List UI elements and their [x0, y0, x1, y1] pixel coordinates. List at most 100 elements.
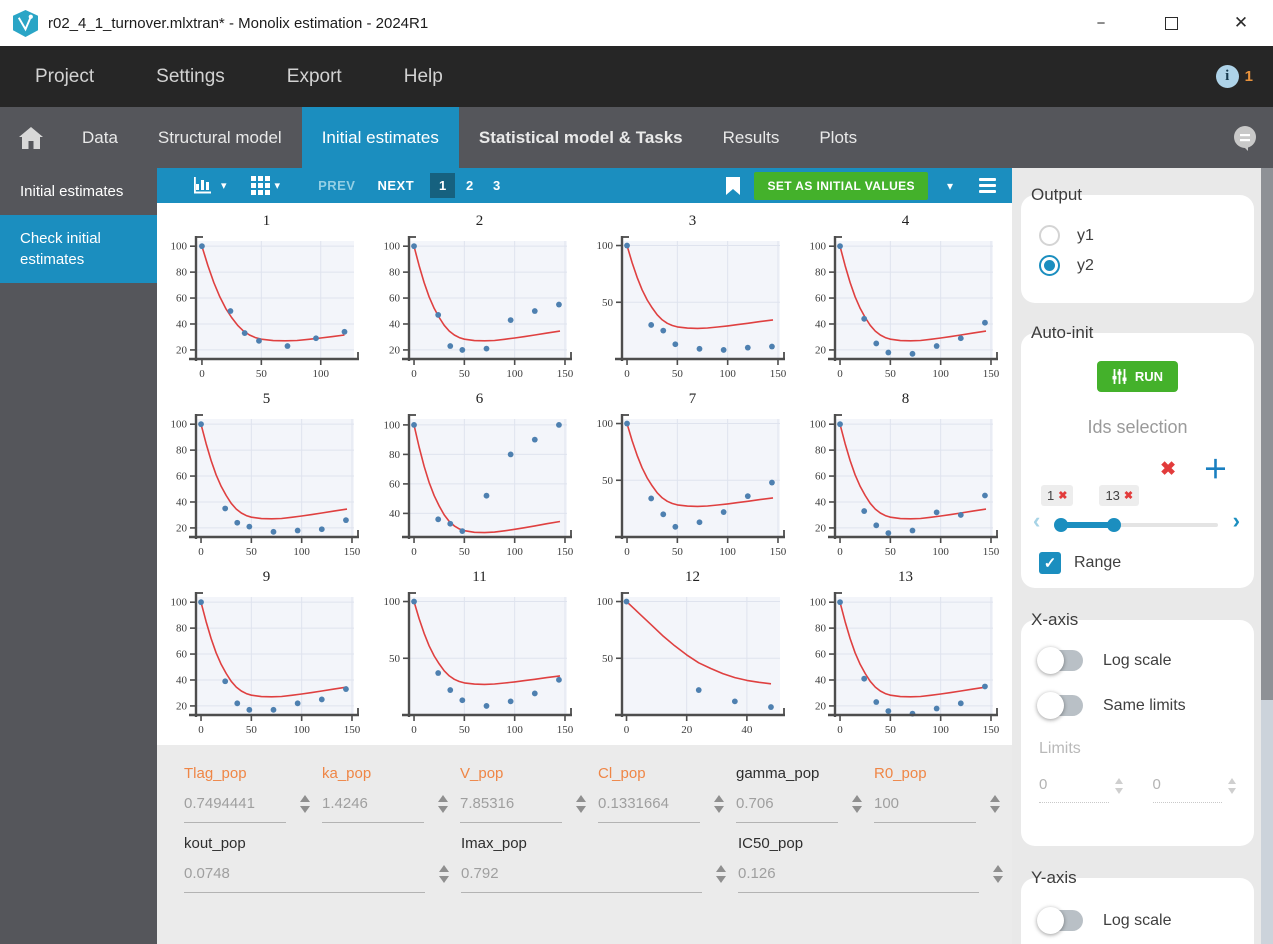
param-input-tlag_pop[interactable]: 0.7494441	[184, 795, 310, 823]
param-input-cl_pop[interactable]: 0.1331664	[598, 795, 724, 823]
add-id-icon[interactable]: ＋	[1203, 457, 1228, 482]
param-spinner-tlag_pop[interactable]	[300, 795, 310, 813]
spinner-up-icon[interactable]	[716, 865, 726, 872]
chat-icon[interactable]	[1231, 124, 1259, 152]
set-initial-caret-icon[interactable]: ▾	[947, 179, 953, 193]
chevron-left-icon[interactable]: ‹	[1033, 508, 1040, 534]
menu-item-export[interactable]: Export	[287, 66, 342, 88]
ids-slider-handle-max[interactable]	[1106, 518, 1121, 532]
chevron-right-icon[interactable]: ›	[1233, 508, 1240, 534]
param-input-kout_pop[interactable]: 0.0748	[184, 865, 449, 893]
spinner-down-icon[interactable]	[714, 806, 724, 813]
param-spinner-ic50_pop[interactable]	[993, 865, 1003, 883]
spinner-up-icon[interactable]	[439, 865, 449, 872]
svg-text:150: 150	[983, 546, 1000, 558]
prev-button[interactable]: PREV	[318, 178, 355, 193]
svg-text:100: 100	[293, 724, 310, 736]
spinner-down-icon[interactable]	[990, 806, 1000, 813]
xaxis-limit-min-input[interactable]: 0	[1039, 776, 1109, 803]
page-button-2[interactable]: 2	[457, 173, 482, 198]
spinner-up-icon[interactable]	[852, 795, 862, 802]
param-input-imax_pop[interactable]: 0.792	[461, 865, 726, 893]
param-spinner-imax_pop[interactable]	[716, 865, 726, 883]
menubar: Project Settings Export Help i 1	[0, 46, 1273, 107]
param-input-ic50_pop[interactable]: 0.126	[738, 865, 1003, 893]
limit-max-spinner[interactable]	[1228, 778, 1236, 794]
param-input-v_pop[interactable]: 7.85316	[460, 795, 586, 823]
xaxis-log-toggle[interactable]	[1037, 647, 1083, 674]
spinner-up-icon[interactable]	[576, 795, 586, 802]
spinner-up-icon[interactable]	[990, 795, 1000, 802]
scrollbar-thumb[interactable]	[1261, 168, 1273, 700]
minimize-button[interactable]: −	[1091, 13, 1111, 33]
spinner-up-icon[interactable]	[993, 865, 1003, 872]
param-input-r0_pop[interactable]: 100	[874, 795, 1000, 823]
output-title: Output	[1031, 185, 1083, 204]
home-tab[interactable]	[0, 107, 62, 168]
next-button[interactable]: NEXT	[377, 178, 414, 193]
badge-remove-icon[interactable]: ✖	[1124, 489, 1133, 502]
param-spinner-v_pop[interactable]	[576, 795, 586, 813]
subplot-plot-6: 40 60 80 100 0 50 100 150	[384, 414, 574, 558]
menu-item-project[interactable]: Project	[35, 66, 94, 88]
menu-item-help[interactable]: Help	[404, 66, 443, 88]
range-checkbox[interactable]: ✓	[1039, 552, 1061, 574]
spinner-down-icon[interactable]	[576, 806, 586, 813]
sidebar-item-check-initial-estimates[interactable]: Check initial estimates	[0, 215, 157, 283]
param-input-ka_pop[interactable]: 1.4246	[322, 795, 448, 823]
limit-min-spinner[interactable]	[1114, 778, 1123, 794]
bookmark-icon[interactable]	[726, 176, 741, 195]
maximize-button[interactable]	[1161, 13, 1181, 33]
menu-icon[interactable]	[979, 178, 996, 193]
yaxis-log-toggle[interactable]	[1037, 907, 1083, 934]
subplot-title-8: 8	[901, 391, 910, 407]
ids-slider-track[interactable]	[1054, 518, 1218, 532]
svg-text:50: 50	[256, 368, 268, 380]
svg-text:100: 100	[810, 597, 827, 609]
svg-text:100: 100	[171, 419, 188, 431]
page-button-1[interactable]: 1	[430, 173, 456, 198]
menu-item-settings[interactable]: Settings	[156, 66, 225, 88]
spinner-up-icon[interactable]	[714, 795, 724, 802]
sidebar-item-initial-estimates[interactable]: Initial estimates	[0, 168, 157, 215]
subplot-7: 7 50 100 0 50 100 150	[586, 387, 799, 565]
tab-data[interactable]: Data	[62, 107, 138, 168]
tab-plots[interactable]: Plots	[799, 107, 877, 168]
spinner-up-icon[interactable]	[300, 795, 310, 802]
param-spinner-r0_pop[interactable]	[990, 795, 1000, 813]
param-spinner-gamma_pop[interactable]	[852, 795, 862, 813]
panel-scrollbar[interactable]	[1261, 168, 1273, 944]
tab-statistical-model-tasks[interactable]: Statistical model & Tasks	[459, 107, 703, 168]
output-radio-y2[interactable]	[1039, 255, 1060, 276]
param-spinner-kout_pop[interactable]	[439, 865, 449, 883]
spinner-down-icon[interactable]	[438, 806, 448, 813]
spinner-down-icon[interactable]	[993, 876, 1003, 883]
param-input-gamma_pop[interactable]: 0.706	[736, 795, 862, 823]
output-radio-y1[interactable]	[1039, 225, 1060, 246]
info-icon[interactable]: i	[1215, 65, 1239, 88]
badge-remove-icon[interactable]: ✖	[1058, 489, 1067, 502]
param-label-cl_pop: Cl_pop	[598, 765, 646, 782]
svg-text:0: 0	[624, 368, 630, 380]
spinner-down-icon[interactable]	[716, 876, 726, 883]
ids-slider-handle-min[interactable]	[1054, 518, 1069, 532]
spinner-down-icon[interactable]	[439, 876, 449, 883]
page-button-3[interactable]: 3	[484, 173, 509, 198]
xaxis-same-limits-toggle[interactable]	[1037, 692, 1083, 719]
set-as-initial-values-button[interactable]: SET AS INITIAL VALUES	[754, 171, 928, 200]
spinner-up-icon[interactable]	[438, 795, 448, 802]
xaxis-limit-max-input[interactable]: 0	[1152, 776, 1222, 803]
run-button[interactable]: RUN	[1096, 361, 1179, 392]
grid-layout-button[interactable]: ▾	[250, 176, 280, 195]
tab-initial-estimates[interactable]: Initial estimates	[301, 107, 459, 168]
param-spinner-cl_pop[interactable]	[714, 795, 724, 813]
tab-structural-model[interactable]: Structural model	[138, 107, 302, 168]
tab-results[interactable]: Results	[703, 107, 800, 168]
param-spinner-ka_pop[interactable]	[438, 795, 448, 813]
close-button[interactable]: ✕	[1231, 13, 1251, 33]
plot-type-button[interactable]: ▾	[194, 177, 227, 194]
remove-ids-icon[interactable]: ✖	[1160, 458, 1176, 481]
spinner-down-icon[interactable]	[852, 806, 862, 813]
spinner-down-icon[interactable]	[300, 806, 310, 813]
grid-icon	[250, 176, 270, 195]
